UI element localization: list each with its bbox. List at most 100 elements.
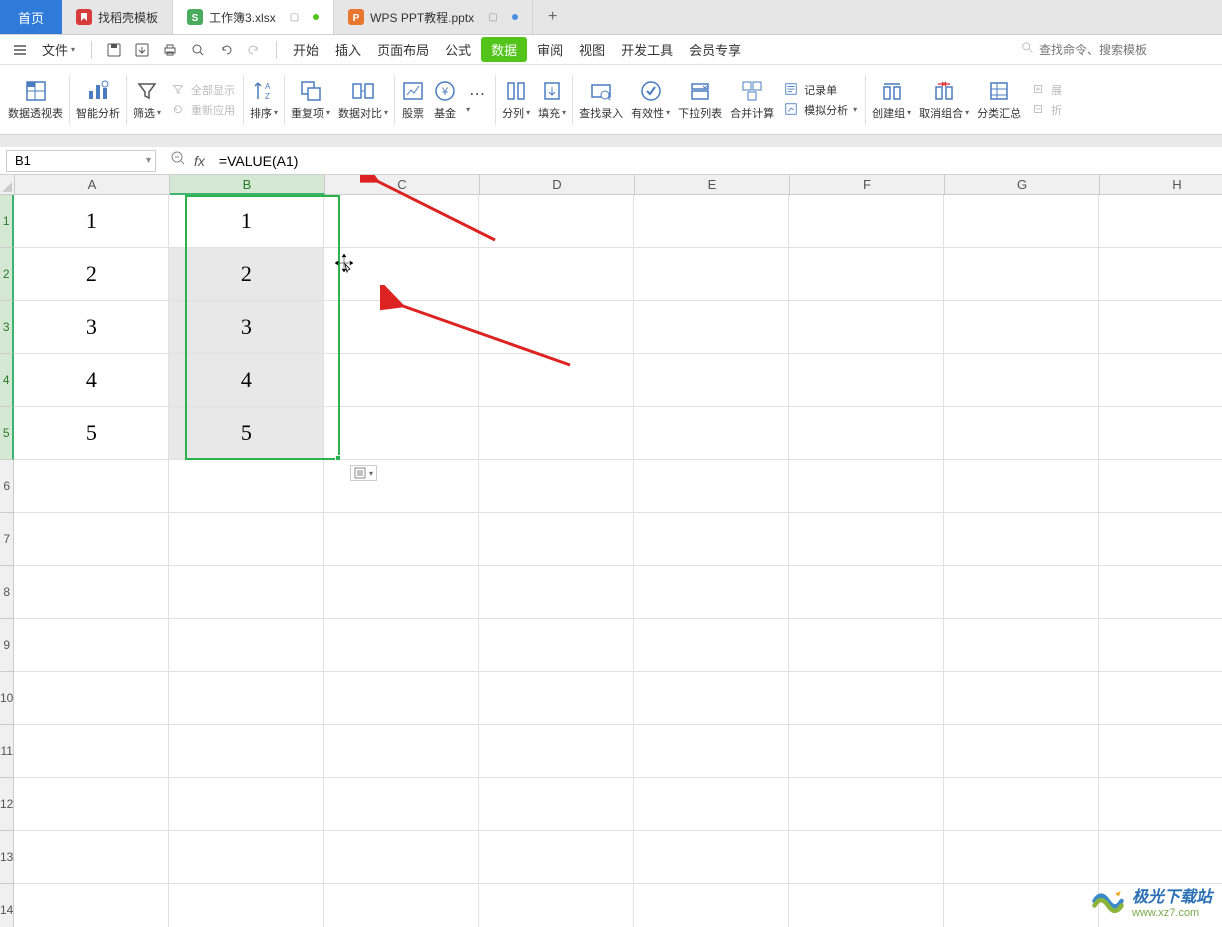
cell-B4[interactable]: 4 <box>169 354 324 407</box>
cell-D7[interactable] <box>479 513 634 566</box>
cell-E10[interactable] <box>634 672 789 725</box>
cell-C12[interactable] <box>324 778 479 831</box>
tab-home[interactable]: 首页 <box>0 0 62 34</box>
cell-A12[interactable] <box>14 778 169 831</box>
cell-F14[interactable] <box>789 884 944 927</box>
menu-insert[interactable]: 插入 <box>329 37 367 62</box>
cell-F6[interactable] <box>789 460 944 513</box>
ribbon-stock[interactable]: 股票 <box>397 77 429 123</box>
cell-F3[interactable] <box>789 301 944 354</box>
cell-H8[interactable] <box>1099 566 1222 619</box>
menu-formula[interactable]: 公式 <box>439 37 477 62</box>
ribbon-reapply[interactable]: 重新应用 <box>171 102 235 118</box>
cell-H12[interactable] <box>1099 778 1222 831</box>
cell-A6[interactable] <box>14 460 169 513</box>
cell-D4[interactable] <box>479 354 634 407</box>
cell-B12[interactable] <box>169 778 324 831</box>
cell-E5[interactable] <box>634 407 789 460</box>
redo-icon[interactable] <box>245 41 263 59</box>
tab-template[interactable]: 找稻壳模板 <box>62 0 173 34</box>
ribbon-fill[interactable]: 填充▾ <box>534 77 570 123</box>
cell-G8[interactable] <box>944 566 1099 619</box>
cell-E14[interactable] <box>634 884 789 927</box>
cell-F4[interactable] <box>789 354 944 407</box>
preview-icon[interactable] <box>189 41 207 59</box>
cell-A14[interactable] <box>14 884 169 927</box>
cell-D13[interactable] <box>479 831 634 884</box>
row-header-9[interactable]: 9 <box>0 619 14 672</box>
row-header-7[interactable]: 7 <box>0 513 14 566</box>
ribbon-record[interactable]: 记录单 <box>784 82 857 98</box>
menu-page-layout[interactable]: 页面布局 <box>371 37 435 62</box>
cell-G6[interactable] <box>944 460 1099 513</box>
tab-new[interactable]: + <box>533 0 573 34</box>
menu-view[interactable]: 视图 <box>573 37 611 62</box>
cell-C2[interactable] <box>324 248 479 301</box>
cell-C8[interactable] <box>324 566 479 619</box>
cell-B2[interactable]: 2 <box>169 248 324 301</box>
cell-A7[interactable] <box>14 513 169 566</box>
cell-C4[interactable] <box>324 354 479 407</box>
cell-F7[interactable] <box>789 513 944 566</box>
cell-F13[interactable] <box>789 831 944 884</box>
cell-G12[interactable] <box>944 778 1099 831</box>
cell-D14[interactable] <box>479 884 634 927</box>
ribbon-collapse[interactable]: 折 <box>1031 102 1062 118</box>
cell-A13[interactable] <box>14 831 169 884</box>
print-icon[interactable] <box>161 41 179 59</box>
ribbon-validity[interactable]: 有效性▾ <box>627 77 674 123</box>
cell-B13[interactable] <box>169 831 324 884</box>
ribbon-dropdown[interactable]: 下拉列表 <box>674 77 726 123</box>
cell-C14[interactable] <box>324 884 479 927</box>
search-box[interactable] <box>1014 38 1214 61</box>
cell-A9[interactable] <box>14 619 169 672</box>
cell-E11[interactable] <box>634 725 789 778</box>
cell-G7[interactable] <box>944 513 1099 566</box>
cell-F2[interactable] <box>789 248 944 301</box>
cell-H1[interactable] <box>1099 195 1222 248</box>
col-header-G[interactable]: G <box>945 175 1100 195</box>
cell-A1[interactable]: 1 <box>14 195 169 248</box>
row-header-5[interactable]: 5 <box>0 407 14 460</box>
col-header-B[interactable]: B <box>170 175 325 195</box>
row-header-1[interactable]: 1 <box>0 195 14 248</box>
ribbon-duplicates[interactable]: 重复项▾ <box>287 77 334 123</box>
cell-G5[interactable] <box>944 407 1099 460</box>
ribbon-find-input[interactable]: 查找录入 <box>575 77 627 123</box>
save-as-icon[interactable] <box>133 41 151 59</box>
cell-F11[interactable] <box>789 725 944 778</box>
col-header-E[interactable]: E <box>635 175 790 195</box>
ribbon-expand[interactable]: 展 <box>1031 82 1062 98</box>
cell-B1[interactable]: 1 <box>169 195 324 248</box>
formula-input[interactable]: =VALUE(A1) <box>213 153 1222 169</box>
save-icon[interactable] <box>105 41 123 59</box>
row-header-4[interactable]: 4 <box>0 354 14 407</box>
cell-H6[interactable] <box>1099 460 1222 513</box>
cell-G13[interactable] <box>944 831 1099 884</box>
tab-ppt[interactable]: P WPS PPT教程.pptx ▢ <box>334 0 532 34</box>
cell-H11[interactable] <box>1099 725 1222 778</box>
cell-E4[interactable] <box>634 354 789 407</box>
cell-F8[interactable] <box>789 566 944 619</box>
window-icon[interactable]: ▢ <box>290 12 299 23</box>
cell-H10[interactable] <box>1099 672 1222 725</box>
menu-data[interactable]: 数据 <box>481 37 527 62</box>
cell-G1[interactable] <box>944 195 1099 248</box>
cell-H4[interactable] <box>1099 354 1222 407</box>
fill-options-button[interactable]: ▾ <box>350 465 377 481</box>
ribbon-show-all[interactable]: 全部显示 <box>171 82 235 98</box>
ribbon-pivot[interactable]: 数据透视表 <box>4 77 67 123</box>
cell-F12[interactable] <box>789 778 944 831</box>
cell-B10[interactable] <box>169 672 324 725</box>
ribbon-ungroup[interactable]: 取消组合▾ <box>915 77 973 123</box>
col-header-A[interactable]: A <box>15 175 170 195</box>
cell-A8[interactable] <box>14 566 169 619</box>
row-header-3[interactable]: 3 <box>0 301 14 354</box>
cell-C5[interactable] <box>324 407 479 460</box>
cell-C3[interactable] <box>324 301 479 354</box>
cell-D11[interactable] <box>479 725 634 778</box>
cell-F1[interactable] <box>789 195 944 248</box>
cell-D10[interactable] <box>479 672 634 725</box>
menu-start[interactable]: 开始 <box>287 37 325 62</box>
cell-F9[interactable] <box>789 619 944 672</box>
